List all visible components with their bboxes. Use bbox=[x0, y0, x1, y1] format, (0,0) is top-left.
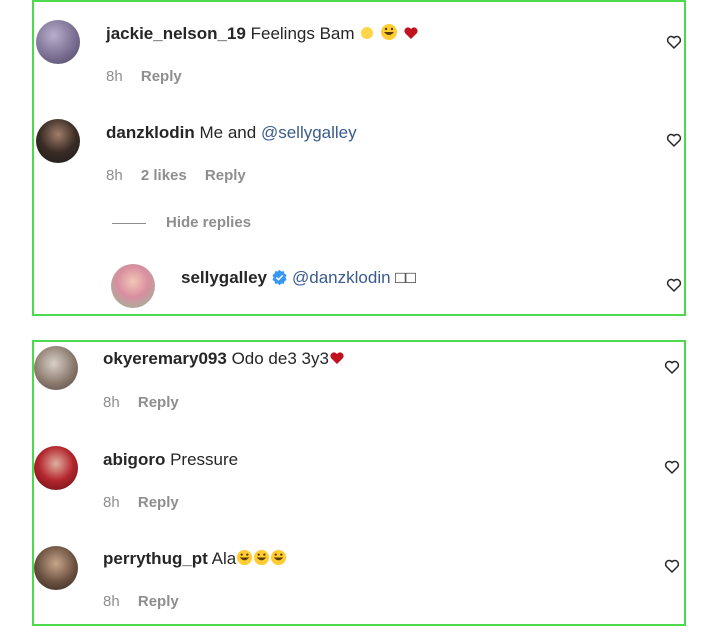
red-heart-icon bbox=[330, 352, 344, 364]
comment-meta: 8h 2 likes Reply bbox=[106, 167, 260, 184]
heart-outline-icon[interactable] bbox=[665, 131, 683, 149]
comment-text: Ala bbox=[211, 549, 237, 568]
avatar[interactable] bbox=[36, 20, 80, 64]
grinning-sweat-emoji-icon bbox=[254, 549, 270, 566]
reply-username[interactable]: sellygalley bbox=[181, 268, 267, 287]
mention-link[interactable]: @danzklodin bbox=[292, 268, 391, 287]
comment-time: 8h bbox=[106, 167, 123, 184]
comment-text: Feelings Bam bbox=[250, 24, 355, 43]
comment-meta: 8h Reply bbox=[103, 593, 193, 610]
comment-time: 8h bbox=[106, 68, 123, 85]
comment-line: danzklodin Me and @sellygalley bbox=[106, 123, 357, 143]
grinning-sweat-emoji-icon bbox=[271, 549, 287, 566]
comment-username[interactable]: abigoro bbox=[103, 450, 165, 469]
verified-badge-icon bbox=[272, 269, 287, 286]
reply-line: sellygalley @danzklodin □□ bbox=[181, 268, 416, 288]
reply-button[interactable]: Reply bbox=[138, 394, 179, 411]
comments-panel-bottom: okyeremary093 Odo de3 3y3 8h Reply abigo… bbox=[32, 340, 686, 626]
hide-replies-button[interactable]: Hide replies bbox=[166, 214, 251, 231]
comment-line: jackie_nelson_19 Feelings Bam bbox=[106, 23, 419, 44]
heart-outline-icon[interactable] bbox=[663, 458, 681, 476]
avatar[interactable] bbox=[34, 446, 78, 490]
avatar[interactable] bbox=[111, 264, 155, 308]
reply-text: □□ bbox=[395, 268, 416, 287]
likes-count[interactable]: 2 likes bbox=[141, 167, 187, 184]
avatar[interactable] bbox=[36, 119, 80, 163]
heart-outline-icon[interactable] bbox=[663, 358, 681, 376]
divider-line bbox=[112, 223, 146, 224]
reply-button[interactable]: Reply bbox=[138, 593, 179, 610]
comment-time: 8h bbox=[103, 593, 120, 610]
comment-username[interactable]: danzklodin bbox=[106, 123, 195, 142]
comment-text: Pressure bbox=[170, 450, 239, 469]
comment-line: abigoro Pressure bbox=[103, 450, 238, 470]
reply-button[interactable]: Reply bbox=[141, 68, 182, 85]
red-heart-icon bbox=[404, 27, 418, 39]
comment-username[interactable]: jackie_nelson_19 bbox=[106, 24, 246, 43]
heart-outline-icon[interactable] bbox=[663, 557, 681, 575]
heart-outline-icon[interactable] bbox=[665, 276, 683, 294]
comment-text: Me and bbox=[199, 123, 257, 142]
reply-button[interactable]: Reply bbox=[205, 167, 246, 184]
reply-button[interactable]: Reply bbox=[138, 494, 179, 511]
comment-meta: 8h Reply bbox=[103, 494, 193, 511]
grinning-sweat-emoji-icon bbox=[237, 549, 253, 566]
comment-line: perrythug_pt Ala bbox=[103, 549, 287, 569]
mention-link[interactable]: @sellygalley bbox=[261, 123, 357, 142]
grinning-sweat-emoji-icon bbox=[381, 24, 398, 40]
comment-time: 8h bbox=[103, 394, 120, 411]
avatar[interactable] bbox=[34, 546, 78, 590]
avatar[interactable] bbox=[34, 346, 78, 390]
comment-text: Odo de3 3y3 bbox=[231, 349, 329, 368]
comments-panel-top: jackie_nelson_19 Feelings Bam 8h Reply d… bbox=[32, 0, 686, 316]
comment-time: 8h bbox=[103, 494, 120, 511]
comment-meta: 8h Reply bbox=[103, 394, 193, 411]
heart-outline-icon[interactable] bbox=[665, 33, 683, 51]
clap-emoji-icon bbox=[361, 27, 374, 39]
comment-line: okyeremary093 Odo de3 3y3 bbox=[103, 349, 345, 369]
comment-meta: 8h Reply bbox=[106, 68, 196, 85]
comment-username[interactable]: okyeremary093 bbox=[103, 349, 227, 368]
comment-username[interactable]: perrythug_pt bbox=[103, 549, 208, 568]
